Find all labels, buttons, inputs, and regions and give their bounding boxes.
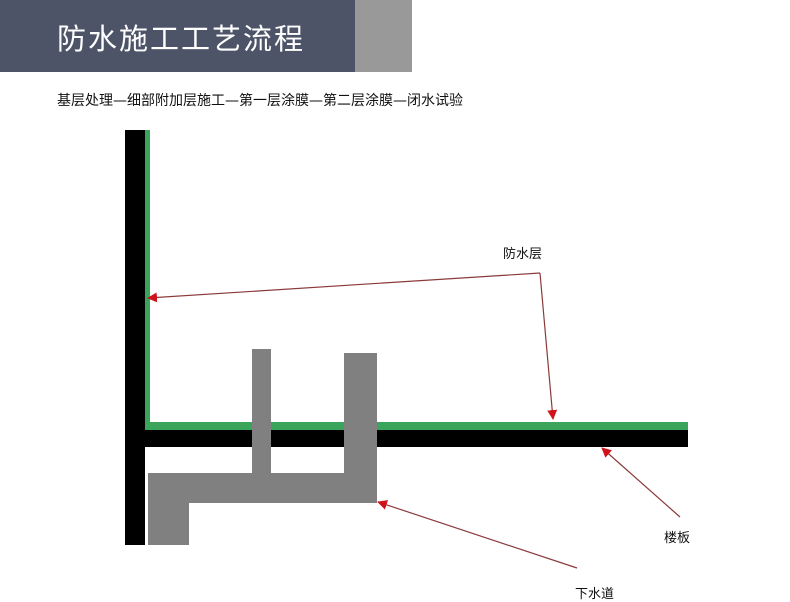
- arrow-waterproof-wall: [147, 272, 541, 303]
- floor-slab: [125, 430, 688, 447]
- arrow-drain-pipe: [377, 500, 578, 569]
- arrow-waterproof-floor: [539, 272, 558, 420]
- pipe-riser-2: [344, 353, 377, 475]
- pipe-down: [148, 503, 189, 545]
- waterproof-layer-floor: [145, 422, 688, 430]
- label-waterproof-layer: 防水层: [503, 247, 543, 262]
- label-floor-slab: 楼板: [664, 531, 691, 546]
- pipe-horizontal: [148, 473, 377, 503]
- label-drain-pipe: 下水道: [575, 587, 615, 602]
- pipe-riser-1: [252, 349, 271, 475]
- wall: [125, 130, 145, 545]
- waterproof-layer-wall: [145, 130, 150, 430]
- arrow-floor-slab: [601, 447, 681, 518]
- waterproof-diagram: [125, 130, 688, 569]
